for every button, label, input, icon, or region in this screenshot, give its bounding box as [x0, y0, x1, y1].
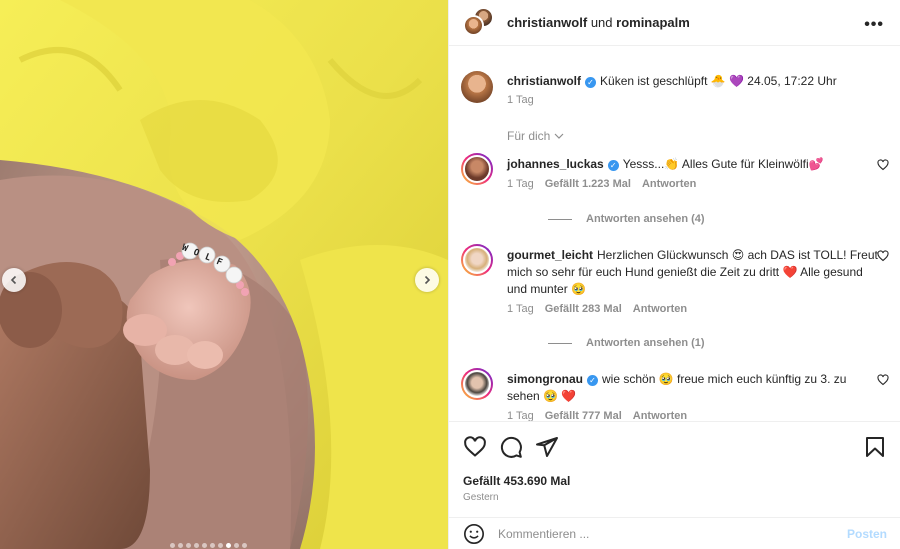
view-replies-label: Antworten ansehen (4) — [586, 213, 705, 225]
post-comment-button[interactable]: Posten — [847, 527, 887, 541]
avatar[interactable] — [461, 71, 493, 103]
avatar[interactable] — [461, 244, 493, 276]
reply-button[interactable]: Antworten — [633, 303, 687, 315]
collab-usernames: christianwolf und rominapalm — [507, 15, 690, 30]
baby-photo — [0, 0, 448, 549]
avatar — [463, 14, 484, 36]
slide-dot — [186, 543, 191, 548]
caption-text: Küken ist geschlüpft 🐣 💜 24.05, 17:22 Uh… — [600, 74, 837, 88]
slide-dot — [178, 543, 183, 548]
like-count[interactable]: Gefällt 453.690 Mal — [463, 474, 570, 488]
share-icon[interactable] — [535, 435, 559, 459]
comment-filter[interactable]: Für dich — [507, 129, 564, 143]
reply-button[interactable]: Antworten — [633, 410, 687, 421]
reply-button[interactable]: Antworten — [642, 178, 696, 190]
comment-time: 1 Tag — [507, 303, 534, 315]
comment-item: johannes_luckas ✓ Yesss...👏 Alles Gute für… — [461, 153, 889, 190]
username-link[interactable]: christianwolf — [507, 15, 587, 30]
comment-likes[interactable]: Gefällt 777 Mal — [545, 410, 622, 421]
slide-dot — [226, 543, 231, 548]
slide-dot — [234, 543, 239, 548]
chevron-left-icon — [10, 275, 17, 285]
comment-username[interactable]: gourmet_leicht — [507, 248, 593, 262]
comment-composer: Posten — [449, 517, 900, 549]
comment-text: Yesss...👏 Alles Gute für Kleinwölfi💕 — [622, 157, 824, 171]
slide-dot — [218, 543, 223, 548]
comment-input[interactable] — [498, 526, 828, 541]
verified-icon: ✓ — [585, 77, 597, 88]
like-comment-icon[interactable] — [877, 250, 889, 262]
avatar[interactable] — [461, 153, 493, 185]
previous-slide-button[interactable] — [2, 268, 26, 292]
post-date: Gestern — [463, 492, 499, 503]
bookmark-icon[interactable] — [863, 435, 887, 459]
chevron-down-icon — [554, 133, 564, 139]
collab-avatars[interactable] — [463, 6, 495, 39]
view-replies-button[interactable]: Antworten ansehen (1) — [548, 337, 705, 349]
username-link[interactable]: rominapalm — [616, 15, 690, 30]
post-sidebar: christianwolf und rominapalm ••• christi… — [448, 0, 900, 549]
post-header: christianwolf und rominapalm ••• — [449, 0, 900, 46]
comment-username[interactable]: johannes_luckas — [507, 157, 604, 171]
comment-icon[interactable] — [499, 435, 523, 459]
post-actions: Gefällt 453.690 Mal Gestern — [449, 421, 900, 517]
like-icon[interactable] — [463, 435, 487, 459]
comment-item: gourmet_leicht Herzlichen Glückwunsch 😍 a… — [461, 244, 889, 315]
like-comment-icon[interactable] — [877, 374, 889, 386]
caption-username[interactable]: christianwolf — [507, 74, 581, 88]
slide-dot — [194, 543, 199, 548]
view-replies-button[interactable]: Antworten ansehen (4) — [548, 213, 705, 225]
more-options-button[interactable]: ••• — [864, 16, 884, 34]
slide-dot — [170, 543, 175, 548]
next-slide-button[interactable] — [415, 268, 439, 292]
slide-dot — [242, 543, 247, 548]
view-replies-label: Antworten ansehen (1) — [586, 337, 705, 349]
comment-likes[interactable]: Gefällt 283 Mal — [545, 303, 622, 315]
verified-icon: ✓ — [607, 160, 619, 171]
comment-username[interactable]: simongronau — [507, 372, 583, 386]
comment-time: 1 Tag — [507, 410, 534, 421]
slide-dot — [210, 543, 215, 548]
like-comment-icon[interactable] — [877, 159, 889, 171]
comment-list[interactable]: christianwolf ✓ Küken ist geschlüpft 🐣 💜 2… — [449, 47, 900, 421]
post-media[interactable]: WOLF — [0, 0, 448, 549]
caption: christianwolf ✓ Küken ist geschlüpft 🐣 💜 2… — [461, 71, 881, 106]
joiner-text: und — [590, 15, 613, 30]
comment-item: simongronau ✓ wie schön 🥹 freue mich euch … — [461, 368, 889, 421]
avatar[interactable] — [461, 368, 493, 400]
divider — [548, 342, 572, 344]
filter-label: Für dich — [507, 129, 551, 143]
comment-time: 1 Tag — [507, 178, 534, 190]
divider — [548, 218, 572, 220]
slide-dot — [202, 543, 207, 548]
caption-time: 1 Tag — [507, 94, 534, 106]
verified-icon: ✓ — [587, 375, 599, 386]
emoji-icon[interactable] — [463, 523, 485, 545]
comment-likes[interactable]: Gefällt 1.223 Mal — [545, 178, 631, 190]
chevron-right-icon — [424, 275, 431, 285]
slide-indicator — [170, 543, 247, 549]
